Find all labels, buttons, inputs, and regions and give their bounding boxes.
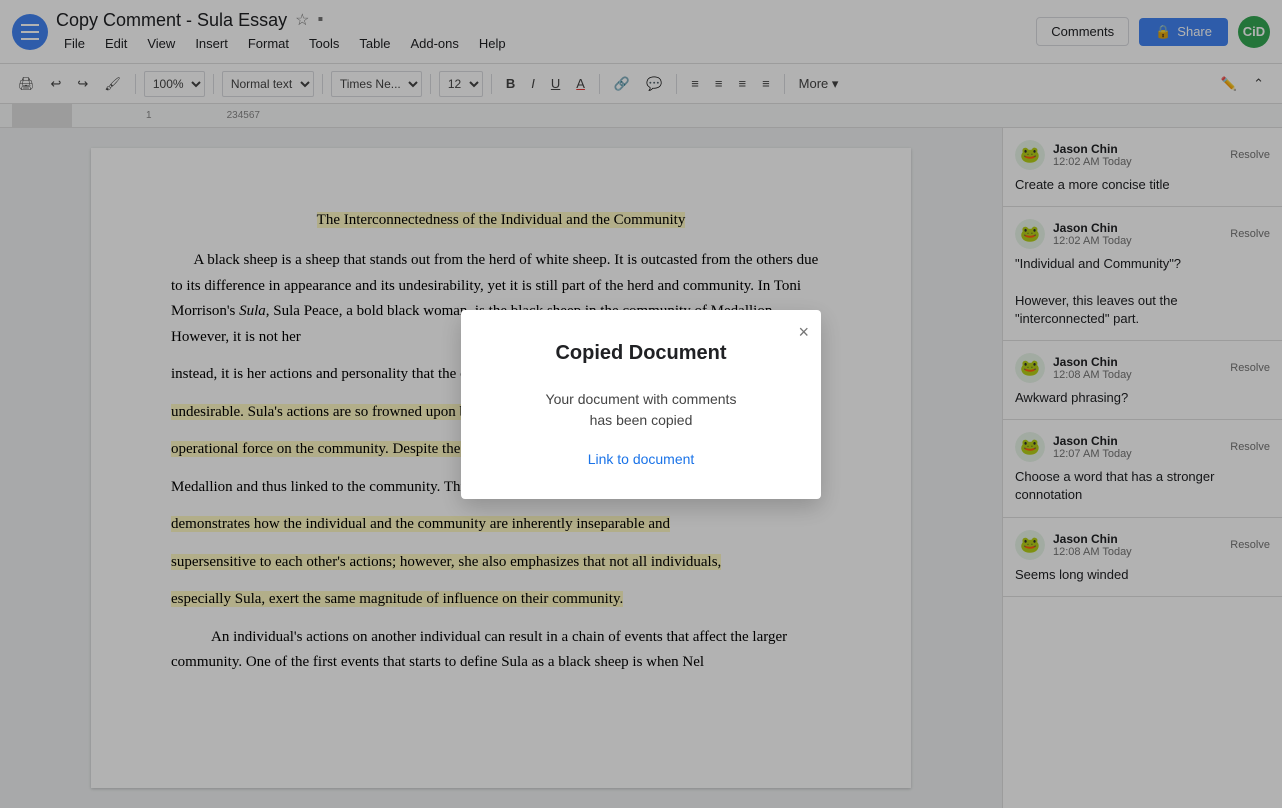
modal-body: Your document with commentshas been copi… xyxy=(493,389,789,431)
modal-title: Copied Document xyxy=(493,342,789,365)
link-to-document[interactable]: Link to document xyxy=(493,451,789,467)
modal-overlay[interactable]: × Copied Document Your document with com… xyxy=(0,0,1282,808)
copied-document-modal: × Copied Document Your document with com… xyxy=(461,310,821,499)
modal-close-button[interactable]: × xyxy=(798,322,809,343)
